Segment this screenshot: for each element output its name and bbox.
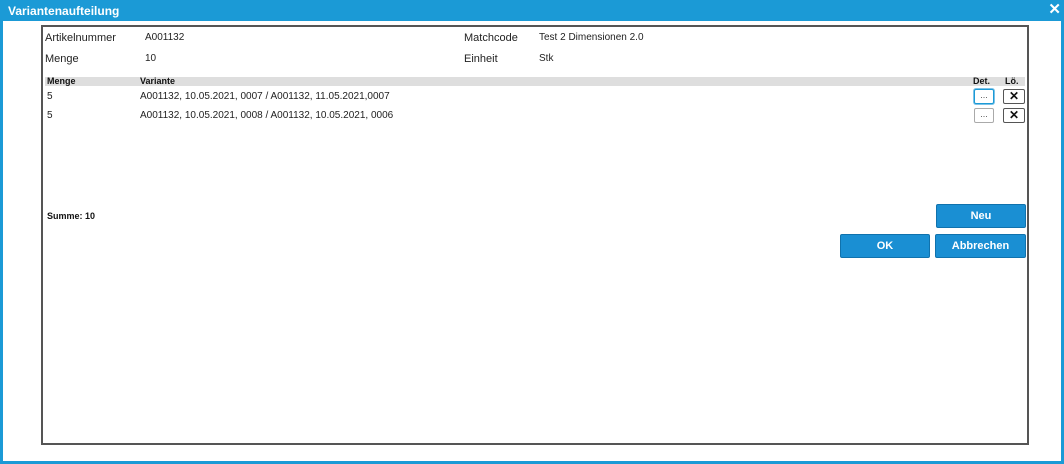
content-frame: Artikelnummer A001132 Menge 10 Matchcode…: [41, 25, 1029, 445]
sum-label: Summe: 10: [47, 211, 96, 221]
column-header-variante[interactable]: Variante: [140, 76, 175, 86]
delete-icon[interactable]: ✕: [1003, 108, 1025, 123]
cancel-button[interactable]: Abbrechen: [935, 234, 1026, 258]
row-menge: 5: [47, 110, 53, 121]
grid-header: [45, 77, 1025, 86]
column-header-details: Det.: [973, 76, 991, 86]
title-bar: Variantenaufteilung ✕: [3, 0, 1064, 21]
delete-icon[interactable]: ✕: [1003, 89, 1025, 104]
variant-split-dialog: Variantenaufteilung ✕ Artikelnummer A001…: [0, 0, 1064, 464]
artikelnummer-value: A001132: [145, 32, 185, 43]
ok-button[interactable]: OK: [840, 234, 930, 258]
matchcode-value: Test 2 Dimensionen 2.0: [539, 32, 644, 43]
new-button[interactable]: Neu: [936, 204, 1026, 228]
artikelnummer-label: Artikelnummer: [45, 32, 116, 44]
column-header-delete: Lö.: [1005, 76, 1019, 86]
dialog-title: Variantenaufteilung: [8, 4, 120, 18]
row-variante: A001132, 10.05.2021, 0008 / A001132, 10.…: [140, 110, 394, 121]
details-button[interactable]: ...: [974, 89, 994, 104]
row-menge: 5: [47, 91, 53, 102]
column-header-menge[interactable]: Menge: [47, 76, 76, 86]
einheit-value: Stk: [539, 53, 554, 64]
details-button[interactable]: ...: [974, 108, 994, 123]
menge-label: Menge: [45, 53, 79, 65]
menge-value: 10: [145, 53, 157, 64]
close-icon[interactable]: ✕: [1048, 2, 1061, 17]
einheit-label: Einheit: [464, 53, 498, 65]
matchcode-label: Matchcode: [464, 32, 518, 44]
row-variante: A001132, 10.05.2021, 0007 / A001132, 11.…: [140, 91, 390, 102]
